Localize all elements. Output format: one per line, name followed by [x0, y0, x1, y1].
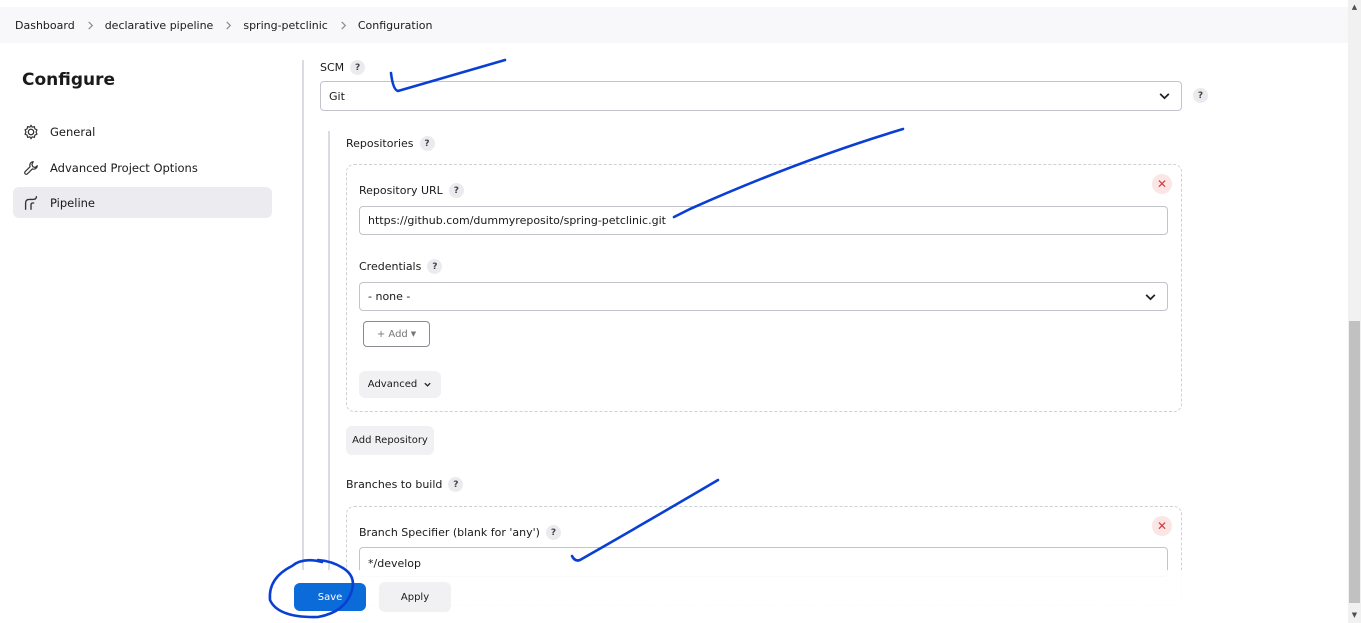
chevron-right-icon — [224, 20, 233, 30]
help-icon[interactable]: ? — [545, 525, 561, 540]
advanced-button[interactable]: Advanced — [359, 371, 441, 398]
wrench-icon — [22, 159, 40, 177]
credentials-label-text: Credentials — [359, 260, 422, 273]
sidebar-item-label: General — [50, 124, 96, 139]
caret-down-icon: ▼ — [410, 330, 417, 338]
scrollbar-thumb[interactable] — [1349, 321, 1360, 603]
pipeline-icon — [22, 194, 40, 212]
branches-label: Branches to build ? — [346, 477, 464, 492]
scm-select[interactable]: Git — [320, 81, 1182, 111]
advanced-label: Advanced — [367, 379, 418, 390]
chevron-down-icon — [1158, 90, 1171, 103]
nested-section-divider — [328, 131, 330, 571]
branch-specifier-label: Branch Specifier (blank for 'any') ? — [359, 525, 561, 540]
scroll-up-icon[interactable]: ▲ — [1349, 1, 1360, 13]
sidebar-item-pipeline[interactable]: Pipeline — [13, 187, 272, 218]
breadcrumb-dashboard[interactable]: Dashboard — [15, 19, 75, 32]
help-icon[interactable]: ? — [448, 477, 464, 492]
scroll-down-icon[interactable]: ▼ — [1349, 609, 1360, 621]
gear-icon — [22, 123, 40, 141]
repository-url-value: https://github.com/dummyreposito/spring-… — [368, 214, 666, 227]
help-icon[interactable]: ? — [1193, 88, 1208, 103]
branch-specifier-value: */develop — [368, 557, 422, 570]
branch-specifier-label-text: Branch Specifier (blank for 'any') — [359, 526, 540, 539]
scm-label: SCM ? — [320, 60, 366, 75]
scm-selected-value: Git — [329, 89, 345, 103]
remove-branch-close-icon[interactable]: ✕ — [1152, 516, 1172, 536]
sidebar-item-label: Pipeline — [50, 195, 96, 210]
chevron-right-icon — [339, 20, 348, 30]
remove-repository-close-icon[interactable]: ✕ — [1152, 174, 1172, 194]
chevron-down-icon — [1144, 290, 1157, 303]
save-button[interactable]: Save — [294, 583, 366, 611]
section-divider — [302, 60, 304, 570]
add-credentials-label: + Add — [376, 328, 408, 340]
credentials-label: Credentials ? — [359, 259, 443, 274]
branches-label-text: Branches to build — [346, 478, 443, 491]
repository-url-label-text: Repository URL — [359, 184, 443, 197]
breadcrumb-branch[interactable]: spring-petclinic — [243, 19, 328, 32]
sidebar-item-advanced-project-options[interactable]: Advanced Project Options — [13, 152, 272, 183]
help-icon[interactable]: ? — [427, 259, 443, 274]
scm-label-text: SCM — [320, 61, 345, 74]
chevron-right-icon — [86, 20, 95, 30]
chevron-down-icon — [423, 380, 432, 389]
sidebar-item-label: Advanced Project Options — [50, 160, 198, 175]
sidebar-item-general[interactable]: General — [13, 116, 272, 147]
add-repository-label: Add Repository — [352, 435, 428, 446]
credentials-selected-value: - none - — [368, 290, 411, 303]
help-icon[interactable]: ? — [350, 60, 366, 75]
help-icon[interactable]: ? — [419, 136, 435, 151]
page-title: Configure — [22, 70, 116, 90]
repositories-label: Repositories ? — [346, 136, 435, 151]
repository-url-label: Repository URL ? — [359, 183, 464, 198]
breadcrumb-job[interactable]: declarative pipeline — [105, 19, 214, 32]
breadcrumb-configuration[interactable]: Configuration — [358, 19, 433, 32]
repositories-label-text: Repositories — [346, 137, 414, 150]
apply-button[interactable]: Apply — [379, 582, 451, 612]
credentials-select[interactable]: - none - — [359, 282, 1168, 311]
repository-url-input[interactable]: https://github.com/dummyreposito/spring-… — [359, 206, 1168, 235]
help-icon[interactable]: ? — [448, 183, 464, 198]
add-credentials-button[interactable]: + Add ▼ — [363, 321, 430, 347]
add-repository-button[interactable]: Add Repository — [346, 426, 434, 455]
breadcrumb: Dashboard declarative pipeline spring-pe… — [0, 7, 1350, 43]
